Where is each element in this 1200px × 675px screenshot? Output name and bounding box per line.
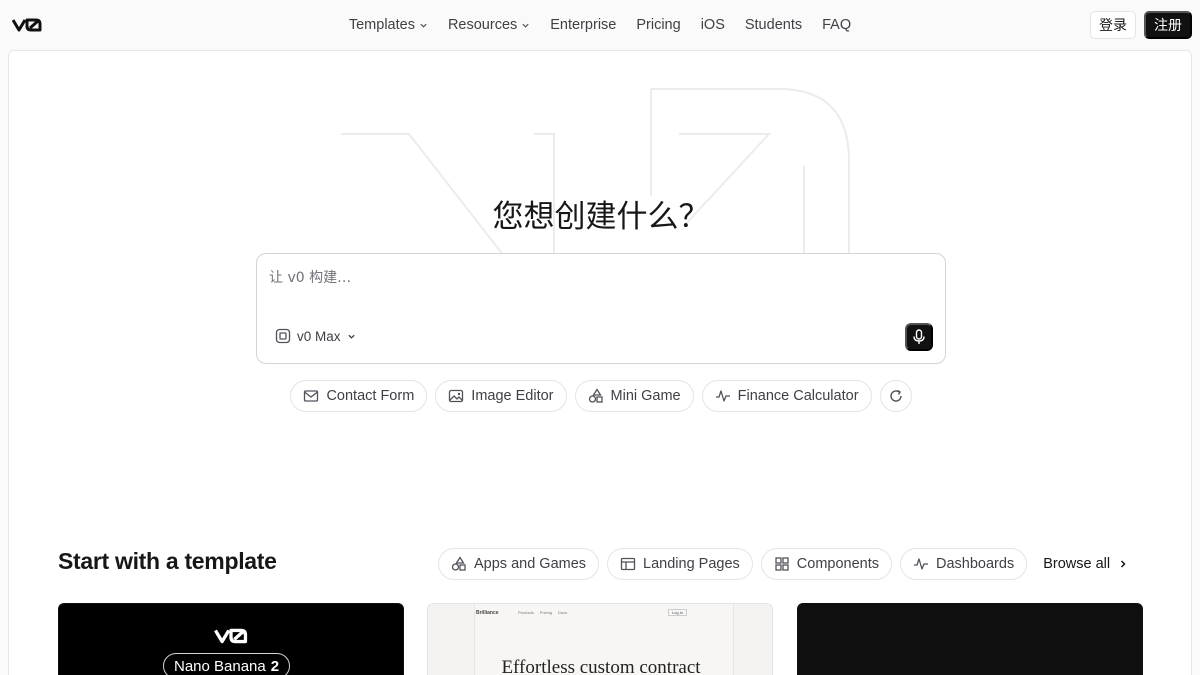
shapes-icon xyxy=(588,388,603,403)
nav-templates-label: Templates xyxy=(348,17,415,33)
chevron-right-icon xyxy=(1121,560,1126,568)
prompt-box: v0 Max xyxy=(256,253,946,364)
nav-students[interactable]: Students xyxy=(735,17,812,33)
suggestion-finance-calculator[interactable]: Finance Calculator xyxy=(701,380,872,412)
model-chip-icon xyxy=(275,328,291,344)
filter-label: Landing Pages xyxy=(643,556,740,572)
card-preview-nav-item: Products xyxy=(518,610,534,615)
card-preview-headline: Effortless custom contract xyxy=(501,657,701,675)
prompt-input[interactable] xyxy=(269,266,869,290)
suggestion-mini-game[interactable]: Mini Game xyxy=(574,380,694,412)
card-preview-nav-item: Docs xyxy=(558,610,568,615)
chevron-down-icon xyxy=(522,23,529,28)
nav-ios[interactable]: iOS xyxy=(691,17,735,33)
card-preview-login: Log in xyxy=(668,609,687,616)
suggestion-label: Contact Form xyxy=(326,388,415,404)
templates-heading: Start with a template xyxy=(58,548,277,574)
card-preview-graphic xyxy=(948,666,988,675)
v0-logo-icon xyxy=(214,628,248,644)
template-card-contract[interactable]: Brilliance Products Pricing Docs Log in … xyxy=(427,603,773,675)
card-preview-nav: Products Pricing Docs xyxy=(518,610,567,615)
template-card-nano-banana[interactable]: Nano Banana 2 xyxy=(58,603,404,675)
filter-label: Dashboards xyxy=(936,556,1015,572)
filter-dashboards[interactable]: Dashboards xyxy=(900,548,1028,580)
nav-resources[interactable]: Resources xyxy=(438,17,540,33)
grid-icon xyxy=(775,557,789,571)
card-preview-nav-item: Pricing xyxy=(539,610,553,615)
filter-label: Apps and Games xyxy=(474,556,587,572)
main-panel: 您想创建什么？ v0 Max Contact Form Image Editor xyxy=(8,50,1192,675)
model-selector[interactable]: v0 Max xyxy=(275,328,356,344)
suggestion-label: Image Editor xyxy=(471,388,554,404)
nav-enterprise[interactable]: Enterprise xyxy=(540,17,626,33)
v0-logo-icon[interactable] xyxy=(12,16,42,34)
card-preview-brand: Brilliance xyxy=(476,610,499,616)
suggestion-label: Mini Game xyxy=(610,388,681,404)
voice-input-button[interactable] xyxy=(905,323,933,351)
model-label: v0 Max xyxy=(297,328,341,344)
signup-button[interactable]: 注册 xyxy=(1144,11,1192,39)
filter-components[interactable]: Components xyxy=(760,548,893,580)
card-badge: Nano Banana 2 xyxy=(163,653,291,675)
layout-icon xyxy=(620,557,636,571)
nav-templates[interactable]: Templates xyxy=(339,17,438,33)
suggestion-label: Finance Calculator xyxy=(737,388,859,404)
top-navigation: Templates Resources Enterprise Pricing i… xyxy=(0,0,1200,50)
refresh-suggestions-button[interactable] xyxy=(879,380,912,412)
activity-icon xyxy=(715,390,730,402)
main-menu: Templates Resources Enterprise Pricing i… xyxy=(0,0,1200,50)
suggestion-image-editor[interactable]: Image Editor xyxy=(435,380,567,412)
auth-buttons: 登录 注册 xyxy=(1090,11,1192,39)
nav-resources-label: Resources xyxy=(447,17,518,33)
suggestion-contact-form[interactable]: Contact Form xyxy=(290,380,428,412)
image-icon xyxy=(449,389,464,403)
chevron-down-icon xyxy=(347,334,355,339)
browse-all-link[interactable]: Browse all xyxy=(1043,556,1128,572)
microphone-icon xyxy=(913,329,925,344)
suggestion-chips: Contact Form Image Editor Mini Game Fina… xyxy=(9,380,1191,412)
hero-title: 您想创建什么？ xyxy=(492,199,710,235)
browse-all-label: Browse all xyxy=(1043,556,1111,572)
mail-icon xyxy=(304,390,319,402)
filter-label: Components xyxy=(796,556,880,572)
filter-apps-and-games[interactable]: Apps and Games xyxy=(438,548,600,580)
card-badge-text: Nano Banana xyxy=(174,657,266,675)
shapes-icon xyxy=(451,556,466,571)
nav-pricing[interactable]: Pricing xyxy=(626,17,690,33)
card-badge-number: 2 xyxy=(270,657,280,675)
template-filters: Apps and Games Landing Pages Components … xyxy=(438,548,1128,580)
refresh-icon xyxy=(889,389,902,402)
template-card-dark[interactable] xyxy=(797,603,1143,675)
filter-landing-pages[interactable]: Landing Pages xyxy=(607,548,753,580)
activity-icon xyxy=(914,558,929,570)
chevron-down-icon xyxy=(420,23,427,28)
nav-faq[interactable]: FAQ xyxy=(812,17,861,33)
login-button[interactable]: 登录 xyxy=(1090,11,1136,39)
